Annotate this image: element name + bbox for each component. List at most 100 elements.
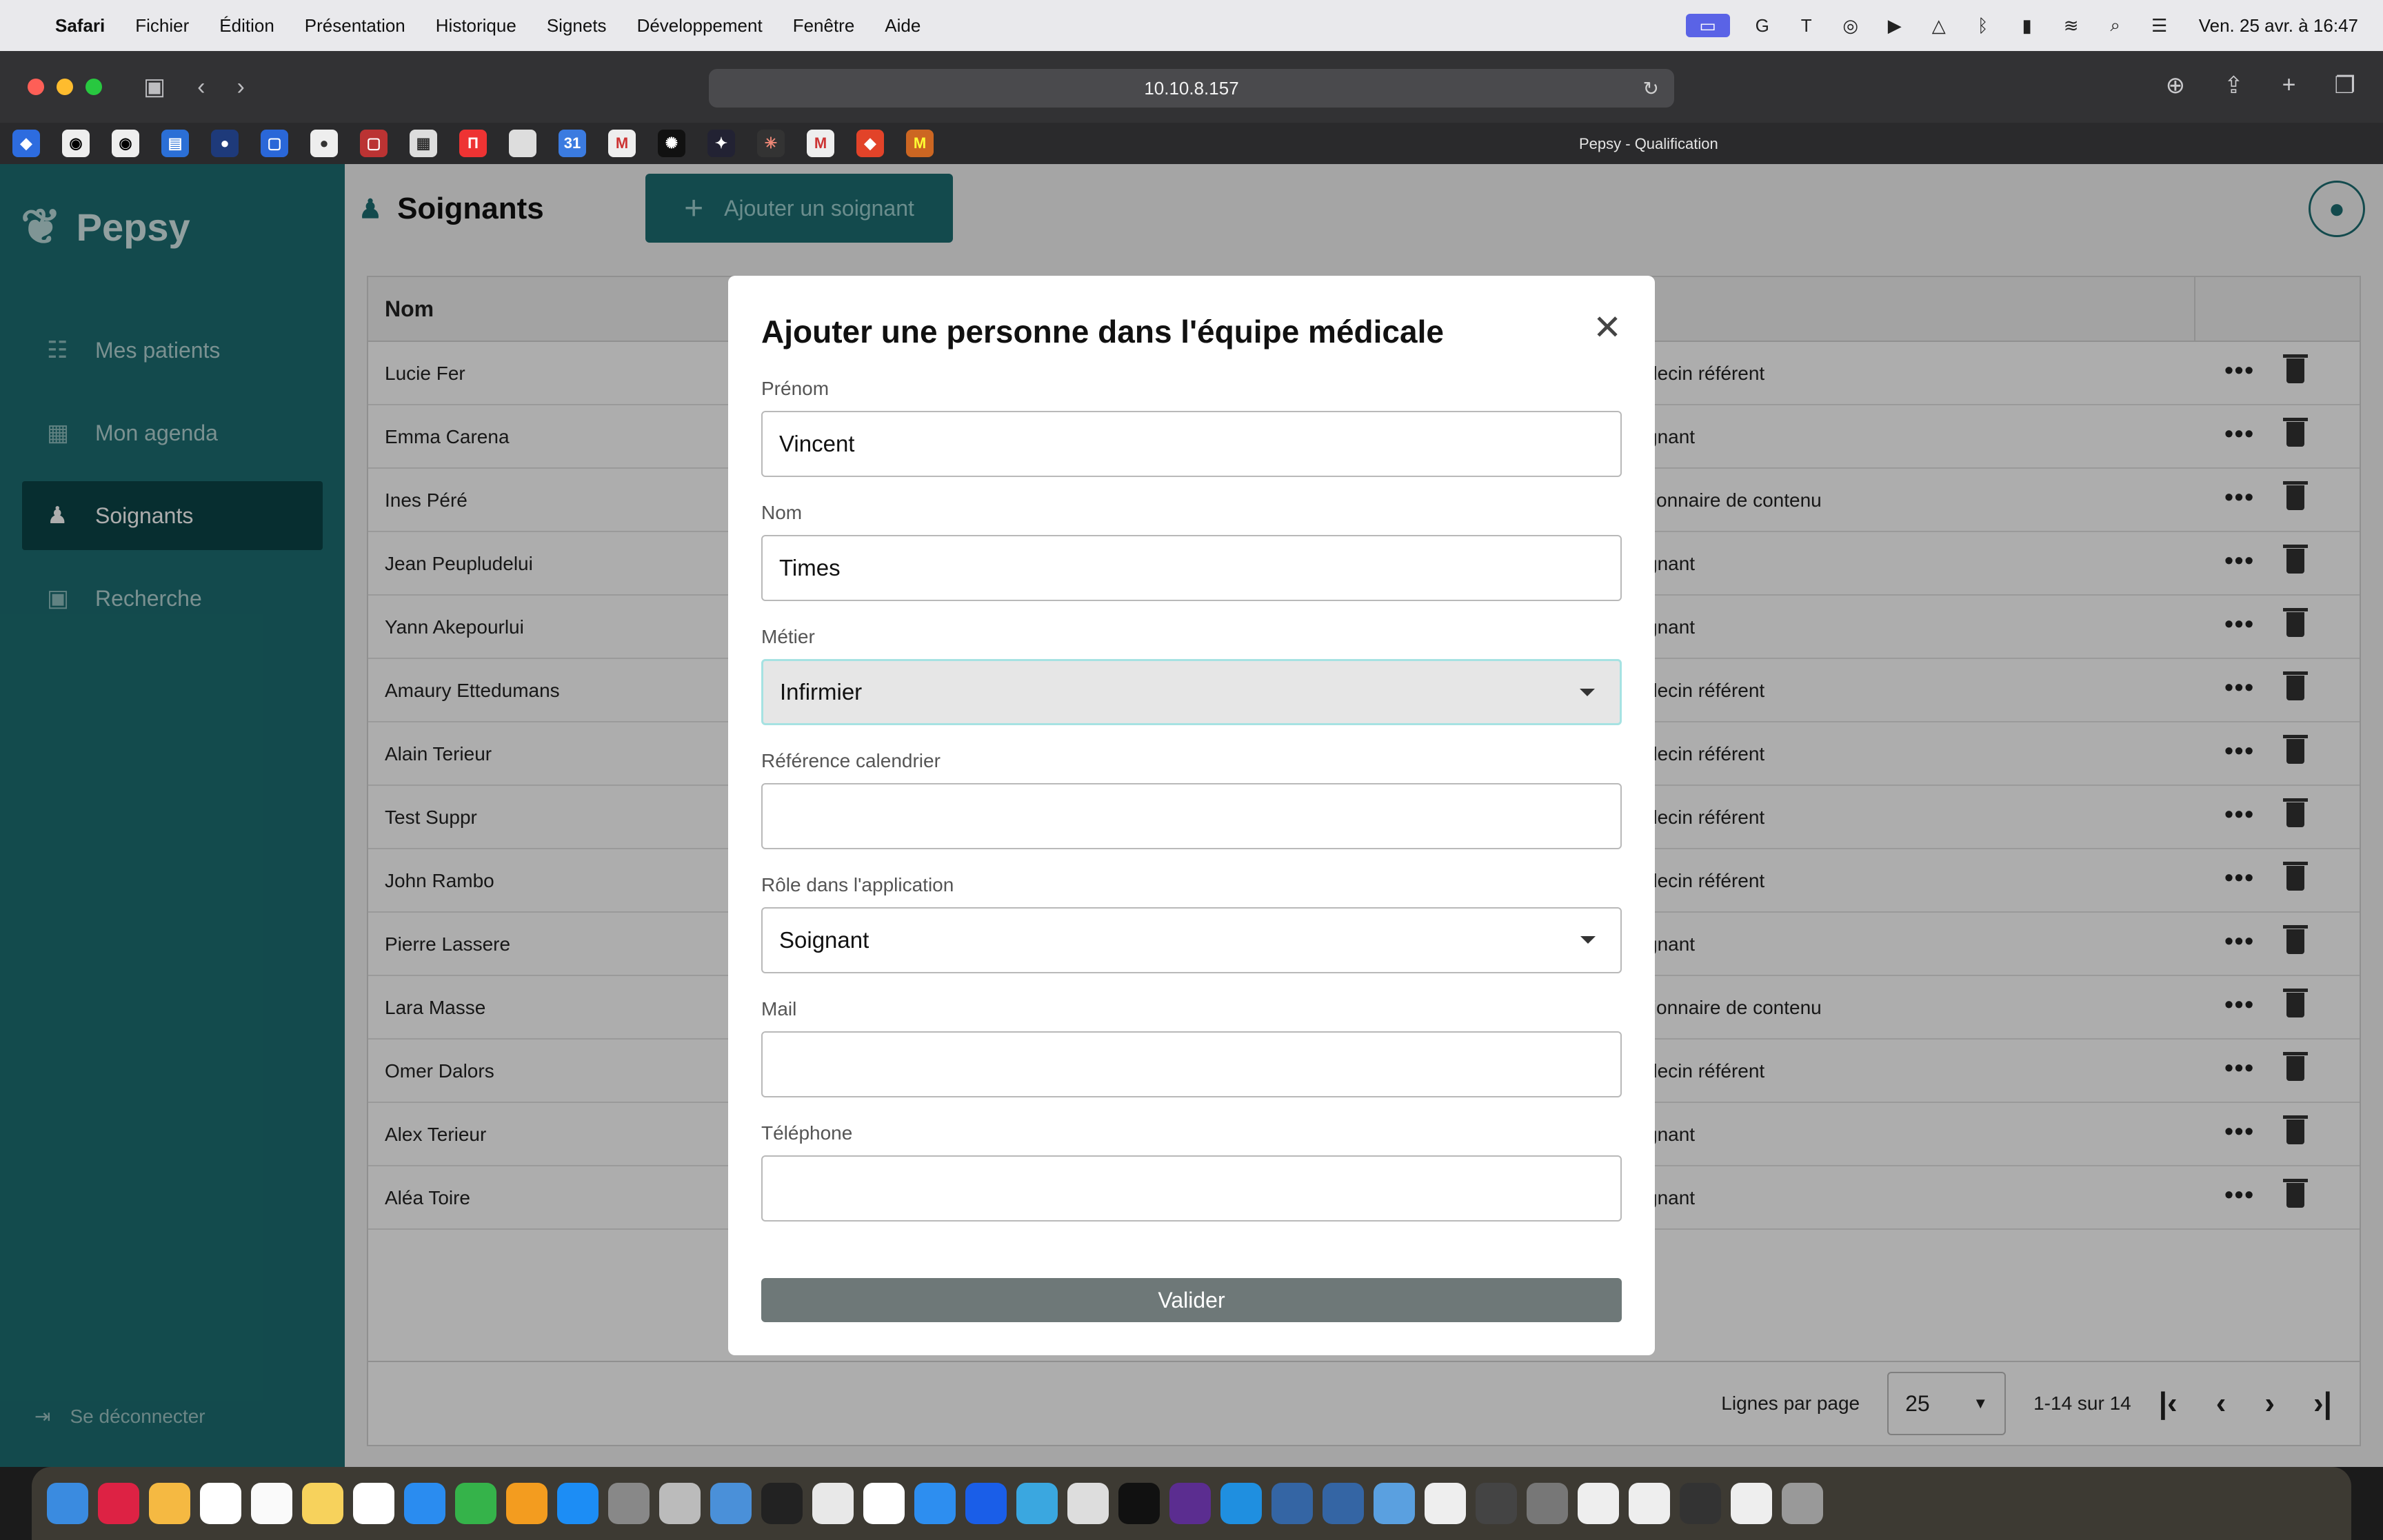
mail-label: Mail xyxy=(761,998,797,1020)
dock-window-thumbnail-7-icon[interactable] xyxy=(1731,1483,1772,1524)
nom-field[interactable]: Times xyxy=(761,535,1622,601)
play-icon[interactable]: ▶ xyxy=(1883,14,1907,37)
favorite-claude-icon[interactable]: ✳ xyxy=(757,130,785,157)
dock-terminal-icon[interactable] xyxy=(761,1483,803,1524)
favorite-apple-icon[interactable] xyxy=(509,130,536,157)
spotlight-search-icon[interactable]: ⌕ xyxy=(2104,14,2127,37)
prenom-field[interactable]: Vincent xyxy=(761,411,1622,477)
menu-signets[interactable]: Signets xyxy=(547,15,607,37)
dock-settings-icon[interactable] xyxy=(608,1483,650,1524)
dock-pycharm-icon[interactable] xyxy=(1118,1483,1160,1524)
reload-icon[interactable]: ↻ xyxy=(1643,77,1659,100)
address-bar[interactable]: 10.10.8.157 ↻ xyxy=(709,69,1674,108)
dock-app-icon[interactable] xyxy=(1067,1483,1109,1524)
favorite-tool-icon[interactable]: П xyxy=(459,130,487,157)
menubar-clock[interactable]: Ven. 25 avr. à 16:47 xyxy=(2199,15,2358,37)
dock-finder-icon[interactable] xyxy=(47,1483,88,1524)
favorite-m-icon[interactable]: M xyxy=(906,130,934,157)
menu-historique[interactable]: Historique xyxy=(436,15,516,37)
screen-share-icon[interactable]: ▭ xyxy=(1685,14,1730,37)
safari-toolbar: ▣ ‹ › 10.10.8.157 ↻ ⊕ ⇪ + ❐ xyxy=(0,51,2383,123)
dock-trash-icon[interactable] xyxy=(1782,1483,1823,1524)
dock-numbers-icon[interactable] xyxy=(455,1483,496,1524)
minimize-window-button[interactable] xyxy=(57,79,73,95)
dock-markdown-icon[interactable] xyxy=(1016,1483,1058,1524)
bluetooth-icon[interactable]: ᛒ xyxy=(1971,14,1995,37)
dock-window-thumbnail-5-icon[interactable] xyxy=(1629,1483,1670,1524)
favorite-bitwarden-icon[interactable]: ▢ xyxy=(261,130,288,157)
menu-edition[interactable]: Édition xyxy=(219,15,274,37)
new-tab-icon[interactable]: + xyxy=(2282,72,2296,99)
dock-notes-icon[interactable] xyxy=(302,1483,343,1524)
share-icon[interactable]: ⇪ xyxy=(2224,72,2244,99)
favorite-site-icon[interactable]: ● xyxy=(310,130,338,157)
favorite-github-icon[interactable]: ◉ xyxy=(62,130,90,157)
dock-calendar-icon[interactable] xyxy=(200,1483,241,1524)
dock-keynote-icon[interactable] xyxy=(404,1483,445,1524)
close-window-button[interactable] xyxy=(28,79,44,95)
favorite-gemini-icon[interactable]: ✦ xyxy=(707,130,735,157)
sidebar-toggle-icon[interactable]: ▣ xyxy=(143,73,165,101)
dock-photos-icon[interactable] xyxy=(149,1483,190,1524)
dock-utility-icon[interactable] xyxy=(659,1483,701,1524)
favorite-doc-icon[interactable]: ▦ xyxy=(410,130,437,157)
valider-button[interactable]: Valider xyxy=(761,1278,1622,1322)
dock-vscode-icon[interactable] xyxy=(1220,1483,1262,1524)
triangle-app-icon[interactable]: △ xyxy=(1927,14,1951,37)
dock-freeform-icon[interactable] xyxy=(353,1483,394,1524)
dock-xcode-icon[interactable] xyxy=(863,1483,905,1524)
dock-folder-icon[interactable] xyxy=(1374,1483,1415,1524)
close-icon[interactable]: ✕ xyxy=(1593,307,1622,347)
dock-reminders-icon[interactable] xyxy=(251,1483,292,1524)
tab-overview-icon[interactable]: ❐ xyxy=(2335,72,2355,99)
dock-maps-icon[interactable] xyxy=(965,1483,1007,1524)
battery-icon[interactable]: ▮ xyxy=(2015,14,2039,37)
downloads-icon[interactable]: ⊕ xyxy=(2166,72,2186,99)
dock-graphql-icon[interactable] xyxy=(1169,1483,1211,1524)
dock-window-thumbnail-6-icon[interactable] xyxy=(1680,1483,1721,1524)
vpn-icon[interactable]: ◎ xyxy=(1839,14,1862,37)
dock-app-store-icon[interactable] xyxy=(557,1483,599,1524)
favorite-app-icon[interactable]: ● xyxy=(211,130,239,157)
dock-safari-icon[interactable] xyxy=(914,1483,956,1524)
back-icon[interactable]: ‹ xyxy=(197,74,205,101)
menu-aide[interactable]: Aide xyxy=(885,15,921,37)
dock-network-icon[interactable] xyxy=(1271,1483,1313,1524)
menu-presentation[interactable]: Présentation xyxy=(305,15,405,37)
favorite-calendar-icon[interactable]: 31 xyxy=(559,130,586,157)
favorite-gmail-icon[interactable]: M xyxy=(608,130,636,157)
role-select[interactable]: Soignant xyxy=(761,907,1622,973)
favorite-jira-icon[interactable]: ◆ xyxy=(12,130,40,157)
dock-network-2-icon[interactable] xyxy=(1323,1483,1364,1524)
dock-window-thumbnail-2-icon[interactable] xyxy=(1476,1483,1517,1524)
menu-fichier[interactable]: Fichier xyxy=(135,15,189,37)
reference-calendrier-field[interactable] xyxy=(761,783,1622,849)
forward-icon[interactable]: › xyxy=(237,74,244,101)
dock-chrome-icon[interactable] xyxy=(812,1483,854,1524)
zoom-window-button[interactable] xyxy=(86,79,102,95)
tt-icon[interactable]: T xyxy=(1795,14,1818,37)
menu-safari[interactable]: Safari xyxy=(55,15,105,37)
menu-fenetre[interactable]: Fenêtre xyxy=(793,15,855,37)
dock-preview-icon[interactable] xyxy=(710,1483,752,1524)
grammarly-icon[interactable]: G xyxy=(1751,14,1774,37)
control-center-icon[interactable]: ☰ xyxy=(2148,14,2171,37)
favorite-gitlab-icon[interactable]: ◆ xyxy=(856,130,884,157)
telephone-field[interactable] xyxy=(761,1155,1622,1222)
favorite-openai-icon[interactable]: ✺ xyxy=(658,130,685,157)
menu-developpement[interactable]: Développement xyxy=(637,15,763,37)
dock-launchpad-icon[interactable] xyxy=(98,1483,139,1524)
dock-pages-icon[interactable] xyxy=(506,1483,547,1524)
macos-menubar: Safari Fichier Édition Présentation Hist… xyxy=(0,0,2383,51)
mail-field[interactable] xyxy=(761,1031,1622,1097)
active-tab-title[interactable]: Pepsy - Qualification xyxy=(1579,135,1718,153)
favorite-github-2-icon[interactable]: ◉ xyxy=(112,130,139,157)
metier-select[interactable]: Infirmier xyxy=(761,659,1622,725)
favorite-docker-icon[interactable]: ▤ xyxy=(161,130,189,157)
dock-window-thumbnail-icon[interactable] xyxy=(1425,1483,1466,1524)
dock-window-thumbnail-4-icon[interactable] xyxy=(1578,1483,1619,1524)
favorite-red-icon[interactable]: ▢ xyxy=(360,130,388,157)
favorite-gmail-2-icon[interactable]: M xyxy=(807,130,834,157)
dock-window-thumbnail-3-icon[interactable] xyxy=(1527,1483,1568,1524)
wifi-icon[interactable]: ≋ xyxy=(2060,14,2083,37)
